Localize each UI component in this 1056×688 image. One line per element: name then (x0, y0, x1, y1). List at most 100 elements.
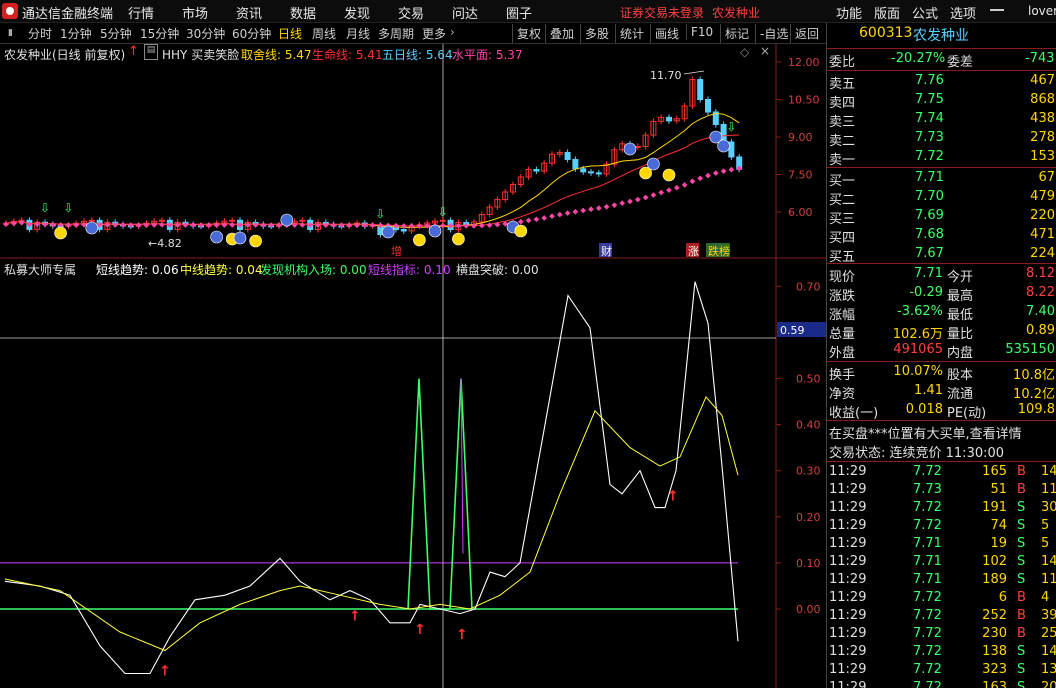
water-level-marker (3, 221, 9, 228)
bid-row[interactable]: 买五 7.67 224 (827, 246, 1056, 265)
price-tick-label: 6.00 (788, 206, 813, 219)
stat-row: 收益(一) 0.018 PE(动) 109.8 (827, 402, 1056, 421)
sub-tick-label: 0.20 (796, 511, 821, 524)
water-level-marker (611, 202, 618, 208)
water-level-marker (666, 187, 672, 193)
candle-body (595, 172, 602, 175)
tick-time: 11:29 (829, 500, 867, 515)
tick-volume: 189 (982, 572, 1007, 587)
buy-arrow-icon: ↑ (159, 664, 171, 680)
event-badge[interactable]: 增 (391, 244, 402, 258)
tick-time: 11:29 (829, 680, 867, 688)
stat-label: 换手 (829, 368, 856, 383)
mid-trend-line (4, 395, 739, 652)
water-level-marker (549, 213, 555, 220)
bid-price: 7.67 (915, 246, 944, 261)
tick-price: 7.72 (913, 626, 942, 641)
sad-face-icon (381, 225, 395, 239)
water-level-marker (517, 218, 524, 225)
sub-tick-label: 0.00 (796, 603, 821, 616)
tick-count: 20 (1041, 680, 1056, 688)
water-level-marker (673, 184, 680, 191)
cursor-value: 0.59 (780, 324, 805, 337)
bid-volume: 479 (1030, 189, 1055, 204)
menu-item-formula[interactable]: 公式 (912, 3, 938, 22)
menu-item-function[interactable]: 功能 (836, 3, 862, 22)
tick-price: 7.72 (913, 608, 942, 623)
candle-body (229, 219, 236, 222)
ask-row[interactable]: 卖五 7.76 467 (827, 73, 1056, 92)
ask-row[interactable]: 卖二 7.73 278 (827, 130, 1056, 149)
tick-count: 25 (1041, 626, 1056, 641)
water-level-marker (135, 222, 142, 228)
water-level-marker (642, 194, 649, 201)
tick-row: 11:29 7.72 163 S 20 (827, 680, 1056, 688)
tick-row: 11:29 7.72 230 B 25 (827, 626, 1056, 644)
water-level-marker (556, 211, 563, 218)
candle-body (400, 229, 407, 232)
candle-body (720, 124, 727, 143)
water-level-marker (564, 210, 571, 216)
water-level-marker (580, 207, 587, 214)
menu-item-layout[interactable]: 版面 (874, 3, 900, 22)
bid-label: 买四 (829, 231, 856, 246)
ask-row[interactable]: 卖四 7.75 868 (827, 92, 1056, 111)
stat-value: 491065 (893, 342, 943, 357)
tick-row: 11:29 7.72 138 S 14 (827, 644, 1056, 662)
smile-face-icon (452, 232, 465, 246)
tick-side: B (1017, 626, 1026, 641)
kline-chart[interactable]: ⇩ ⇩ ⇩ ⇩ ⇩ ↑ ↑ ↑ ↑ ↑ 12.00 10.50 9.00 7.50 6.00 0.70 0.… (0, 0, 826, 688)
tick-row: 11:29 7.73 51 B 11 (827, 482, 1056, 500)
water-level-marker (244, 222, 251, 228)
sell-arrow-icon: ⇩ (375, 207, 385, 221)
short-trend-line (4, 281, 739, 675)
candle-body (580, 168, 587, 173)
menu-item-options[interactable]: 选项 (950, 3, 976, 22)
tick-side: B (1017, 482, 1026, 497)
sad-face-icon (428, 224, 442, 238)
bid-row[interactable]: 买二 7.70 479 (827, 189, 1056, 208)
stat-label: 净资 (829, 387, 856, 402)
water-level-marker (276, 222, 282, 228)
bid-label: 买三 (829, 212, 856, 227)
water-level-marker (588, 206, 594, 213)
event-badge[interactable]: 跌榜 (708, 244, 730, 258)
big-order-message[interactable]: 在买盘***位置有大买单,查看详情 (827, 423, 1056, 442)
bid-row[interactable]: 买四 7.68 471 (827, 227, 1056, 246)
event-badge[interactable]: 财 (601, 244, 612, 258)
water-level-marker (455, 222, 462, 229)
candle-body (533, 169, 540, 172)
tick-row: 11:29 7.72 74 S 5 (827, 518, 1056, 536)
candle-body (697, 79, 704, 100)
water-level-marker (49, 221, 56, 228)
candle-body (588, 171, 594, 174)
water-level-marker (720, 168, 727, 174)
stat-value: 102.6万 (892, 327, 943, 342)
price-tick-label: 12.00 (788, 56, 820, 69)
stat-row: 涨幅 -3.62% 最低 7.40 (827, 304, 1056, 323)
minimize-icon[interactable] (990, 9, 1004, 11)
trade-status: 交易状态: 连续竞价 11:30:00 (829, 446, 1005, 461)
bid-row[interactable]: 买三 7.69 220 (827, 208, 1056, 227)
weicha-label: 委差 (947, 55, 974, 70)
tick-count: 14 (1041, 464, 1056, 479)
tick-time: 11:29 (829, 572, 867, 587)
ask-price: 7.74 (915, 111, 944, 126)
stat-value: 0.018 (905, 402, 943, 417)
bid-price: 7.71 (915, 170, 944, 185)
water-level-marker (603, 203, 610, 210)
ask-row[interactable]: 卖一 7.72 153 (827, 149, 1056, 168)
event-badge[interactable]: 涨 (688, 245, 699, 258)
ask-row[interactable]: 卖三 7.74 438 (827, 111, 1056, 130)
water-level-marker (159, 221, 165, 228)
stat-label: 今开 (947, 270, 974, 285)
buy-arrow-icon: ↑ (349, 608, 361, 624)
tick-volume: 165 (982, 464, 1007, 479)
water-level-marker (627, 198, 633, 205)
tick-volume: 163 (982, 680, 1007, 688)
smile-face-icon (249, 234, 262, 248)
user-name[interactable]: lover (1028, 4, 1056, 18)
sad-face-icon (233, 231, 247, 245)
bid-row[interactable]: 买一 7.71 67 (827, 170, 1056, 189)
tick-volume: 102 (982, 554, 1007, 569)
